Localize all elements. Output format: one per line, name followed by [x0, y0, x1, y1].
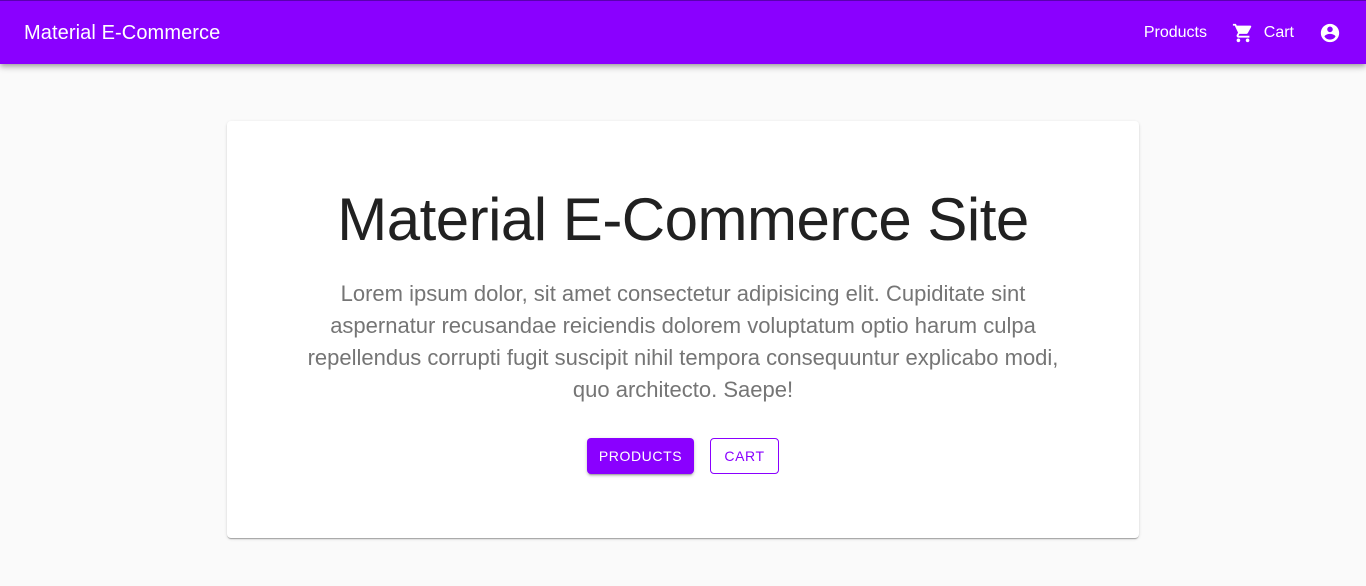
brand-title[interactable]: Material E-Commerce: [24, 20, 220, 46]
account-circle-icon[interactable]: [1319, 22, 1341, 44]
products-button[interactable]: Products: [587, 438, 694, 474]
cart-button[interactable]: Cart: [710, 438, 779, 474]
nav-cart-label: Cart: [1263, 24, 1294, 41]
shopping-cart-icon: [1232, 22, 1254, 44]
hero-card: Material E-Commerce Site Lorem ipsum dol…: [227, 121, 1139, 538]
nav-products-link[interactable]: Products: [1144, 23, 1207, 43]
hero-description: Lorem ipsum dolor, sit amet consectetur …: [307, 281, 1059, 402]
hero-title: Material E-Commerce Site: [337, 186, 1029, 253]
app-bar: Material E-Commerce Products Cart: [0, 0, 1366, 64]
nav-cart-link[interactable]: Cart: [1232, 22, 1294, 44]
hero-actions: Products Cart: [227, 438, 1139, 474]
